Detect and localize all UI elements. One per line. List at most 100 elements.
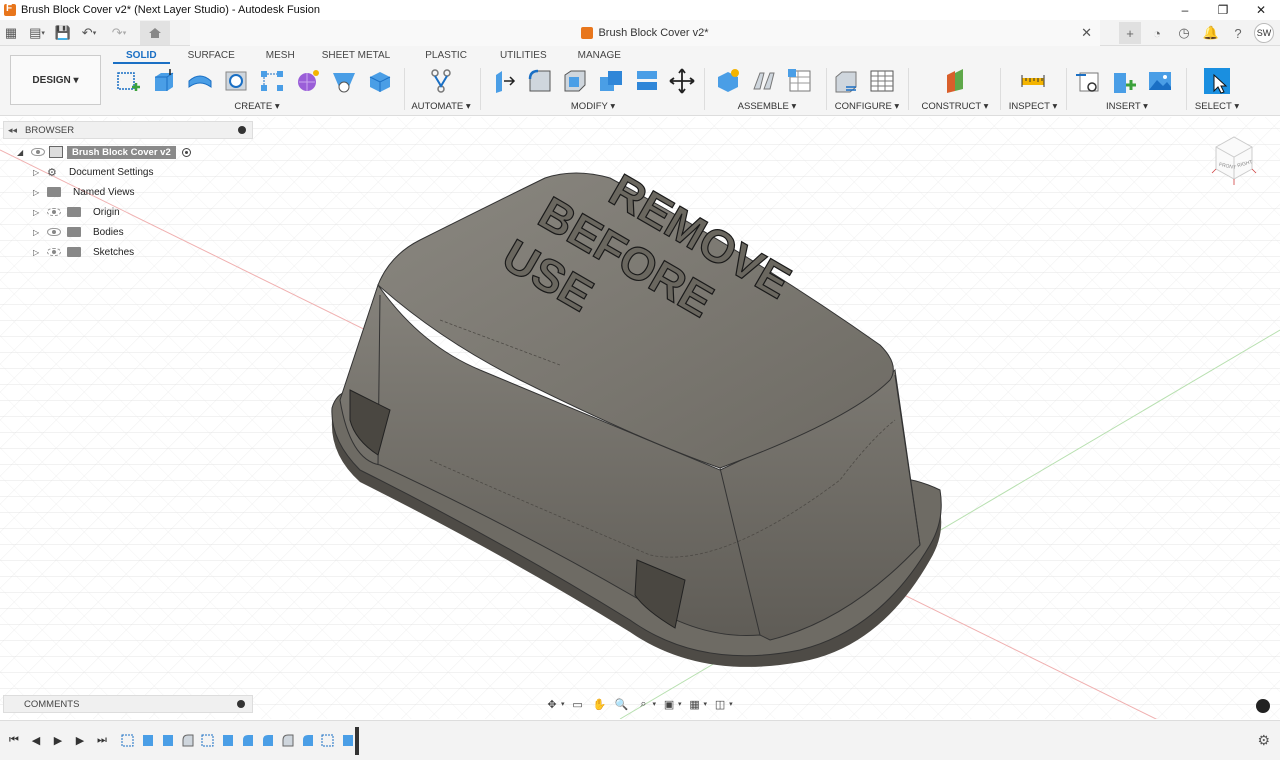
combine-icon[interactable] [595, 66, 627, 96]
expand-right-icon[interactable]: ▷ [33, 248, 43, 257]
offset-plane-icon[interactable] [939, 66, 971, 96]
tab-sheet-metal[interactable]: SHEET METAL [308, 48, 404, 64]
box-icon[interactable] [364, 66, 396, 96]
chevron-down-icon[interactable]: ▾ [729, 700, 733, 708]
hidden-eye-icon[interactable] [47, 208, 61, 216]
file-menu-icon[interactable]: ▤ ▾ [22, 22, 52, 44]
save-icon[interactable]: 💾 [52, 22, 74, 44]
grid-settings-icon[interactable]: ▦ [686, 696, 704, 712]
user-avatar[interactable]: SW [1254, 23, 1274, 43]
timeline-fillet-icon[interactable] [240, 732, 256, 748]
tree-item-sketches[interactable]: ▷ Sketches [3, 242, 253, 262]
new-tab-plus-icon[interactable]: + [1119, 22, 1141, 44]
workspace-switcher[interactable]: DESIGN ▾ [10, 55, 101, 105]
move-icon[interactable] [666, 66, 698, 96]
help-icon[interactable]: ? [1227, 22, 1249, 44]
expand-right-icon[interactable]: ▷ [33, 188, 43, 197]
zoom-icon[interactable]: 🔍 [613, 696, 631, 712]
display-settings-icon[interactable]: ▣ [660, 696, 678, 712]
activate-radio-icon[interactable] [181, 147, 191, 157]
feedback-icon[interactable] [1256, 699, 1270, 713]
hole-icon[interactable] [220, 66, 252, 96]
timeline-sketch-icon[interactable] [120, 732, 136, 748]
job-status-icon[interactable]: ◷ [1173, 22, 1195, 44]
configure-body-icon[interactable] [830, 66, 862, 96]
fit-zoom-icon[interactable]: ⌕ [635, 696, 653, 712]
fillet-icon[interactable] [524, 66, 556, 96]
chevron-down-icon[interactable]: ▾ [678, 700, 682, 708]
collapse-panel-icon[interactable]: ◂◂ [8, 125, 17, 136]
step-forward-icon[interactable]: ▶ [72, 732, 88, 748]
restore-button[interactable]: ❐ [1204, 0, 1242, 20]
tree-item-origin[interactable]: ▷ Origin [3, 202, 253, 222]
tree-item-bodies[interactable]: ▷ Bodies [3, 222, 253, 242]
notifications-bell-icon[interactable]: 🔔 [1200, 22, 1222, 44]
insert-group-label[interactable]: INSERT ▾ [1072, 101, 1182, 112]
timeline-extrude-icon[interactable] [220, 732, 236, 748]
viewports-icon[interactable]: ◫ [711, 696, 729, 712]
timeline-marker[interactable] [355, 727, 359, 755]
inspect-group-label[interactable]: INSPECT ▾ [1006, 101, 1060, 112]
tree-item-named-views[interactable]: ▷ Named Views [3, 182, 253, 202]
create-group-label[interactable]: CREATE ▾ [112, 101, 402, 112]
tab-manage[interactable]: MANAGE [560, 48, 634, 64]
timeline-extrude-icon[interactable] [160, 732, 176, 748]
browser-header[interactable]: ◂◂ BROWSER [3, 121, 253, 139]
configuration-table-icon[interactable] [866, 66, 898, 96]
play-icon[interactable]: ▶ [50, 732, 66, 748]
add-comment-icon[interactable] [237, 700, 245, 708]
visibility-eye-icon[interactable] [47, 228, 61, 236]
chevron-down-icon[interactable]: ▾ [704, 700, 708, 708]
go-to-end-icon[interactable]: ⏭ [94, 732, 110, 748]
tree-root[interactable]: ◢ Brush Block Cover v2 [3, 142, 253, 162]
shell-icon[interactable] [559, 66, 591, 96]
press-pull-icon[interactable] [488, 66, 520, 96]
expand-right-icon[interactable]: ▷ [33, 208, 43, 217]
tab-mesh[interactable]: MESH [248, 48, 308, 64]
timeline-sketch-icon[interactable] [320, 732, 336, 748]
automate-group-label[interactable]: AUTOMATE ▾ [408, 101, 474, 112]
timeline-fillet-icon[interactable] [260, 732, 276, 748]
split-body-icon[interactable] [631, 66, 663, 96]
chevron-down-icon[interactable]: ▾ [561, 700, 565, 708]
close-tab-icon[interactable]: ✕ [1081, 25, 1092, 41]
tab-solid[interactable]: SOLID [113, 48, 170, 64]
new-component-icon[interactable] [712, 66, 744, 96]
step-back-icon[interactable]: ◀ [28, 732, 44, 748]
timeline-extrude-icon[interactable] [140, 732, 156, 748]
automate-icon[interactable] [425, 66, 457, 96]
measure-icon[interactable] [1017, 66, 1049, 96]
expand-right-icon[interactable]: ▷ [33, 168, 43, 177]
comments-panel[interactable]: COMMENTS [3, 695, 253, 713]
tab-surface[interactable]: SURFACE [170, 48, 248, 64]
document-tab[interactable]: Brush Block Cover v2* ✕ [190, 20, 1100, 46]
revolve-icon[interactable] [184, 66, 216, 96]
timeline-fillet-icon[interactable] [280, 732, 296, 748]
pan-hand-icon[interactable]: ✋ [591, 696, 609, 712]
go-to-start-icon[interactable]: ⏮ [6, 732, 22, 748]
tab-plastic[interactable]: PLASTIC [403, 48, 480, 64]
configure-group-label[interactable]: CONFIGURE ▾ [830, 101, 904, 112]
pattern-icon[interactable] [256, 66, 288, 96]
bill-of-materials-icon[interactable] [784, 66, 816, 96]
extrude-icon[interactable] [148, 66, 180, 96]
assemble-group-label[interactable]: ASSEMBLE ▾ [712, 101, 822, 112]
timeline-extrude-icon[interactable] [340, 732, 356, 748]
insert-canvas-icon[interactable] [1144, 66, 1176, 96]
orbit-icon[interactable]: ✥ [543, 696, 561, 712]
timeline-fillet-icon[interactable] [300, 732, 316, 748]
hidden-eye-icon[interactable] [47, 248, 61, 256]
modify-group-label[interactable]: MODIFY ▾ [488, 101, 698, 112]
insert-derive-icon[interactable] [1072, 66, 1104, 96]
view-cube[interactable]: FRONT RIGHT [1208, 133, 1258, 193]
look-at-icon[interactable]: ▭ [569, 696, 587, 712]
browser-minimize-icon[interactable] [238, 126, 246, 134]
select-group-label[interactable]: SELECT ▾ [1192, 101, 1242, 112]
app-grid-icon[interactable]: ▦ [0, 22, 22, 44]
home-button[interactable] [140, 20, 170, 45]
extensions-icon[interactable]: ◔ [1146, 22, 1168, 44]
create-sketch-icon[interactable] [112, 66, 144, 96]
minimize-button[interactable]: – [1166, 0, 1204, 20]
select-icon[interactable] [1201, 66, 1233, 96]
joint-icon[interactable] [748, 66, 780, 96]
